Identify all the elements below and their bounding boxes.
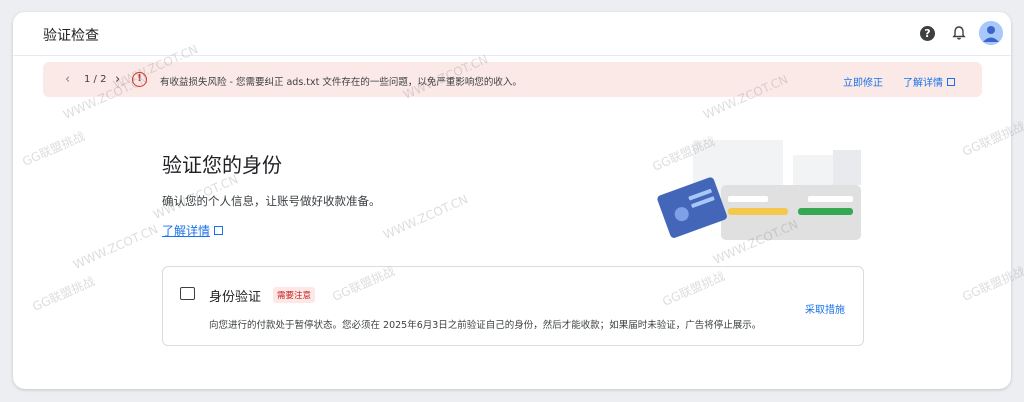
avatar[interactable] [979, 21, 1003, 45]
take-action-button[interactable]: 采取措施 [805, 301, 845, 316]
bell-icon[interactable] [951, 25, 967, 41]
page-heading: 验证您的身份 [162, 153, 282, 177]
status-badge: 需要注意 [273, 287, 316, 303]
top-bar: 验证检查 ? [13, 12, 1011, 56]
revenue-risk-alert: ‹ 1 / 2 › ! 有收益损失风险 - 您需要纠正 ads.txt 文件存在… [43, 62, 982, 97]
identity-verification-card: 身份验证 需要注意 向您进行的付款处于暂停状态。您必须在 2025年6月3日之前… [162, 266, 864, 346]
external-link-icon [214, 226, 224, 235]
alert-learn-more-label: 了解详情 [903, 78, 943, 89]
alert-pager: 1 / 2 [84, 74, 107, 85]
verification-title: 身份验证 [209, 290, 262, 305]
external-link-icon [947, 78, 955, 86]
alert-learn-more-link[interactable]: 了解详情 [903, 74, 955, 89]
page-subtext: 确认您的个人信息，让账号做好收款准备。 [162, 194, 381, 208]
top-icons: ? [920, 21, 1003, 45]
id-card-icon [180, 287, 195, 300]
help-icon[interactable]: ? [920, 25, 935, 41]
chevron-right-icon[interactable]: › [115, 72, 120, 87]
learn-more-link[interactable]: 了解详情 [162, 222, 224, 239]
main-card: 验证检查 ? ‹ 1 / 2 › ! 有收益损失风险 - 您需要纠正 ads.t… [13, 12, 1011, 389]
verification-description: 向您进行的付款处于暂停状态。您必须在 2025年6月3日之前验证自己的身份，然后… [209, 320, 762, 331]
error-icon: ! [132, 72, 147, 87]
learn-more-label: 了解详情 [162, 224, 211, 238]
alert-message: 有收益损失风险 - 您需要纠正 ads.txt 文件存在的一些问题，以免严重影响… [160, 77, 522, 88]
chevron-left-icon[interactable]: ‹ [65, 72, 70, 87]
page-title: 验证检查 [43, 28, 99, 44]
identity-illustration [657, 140, 861, 240]
fix-now-button[interactable]: 立即修正 [843, 74, 883, 89]
